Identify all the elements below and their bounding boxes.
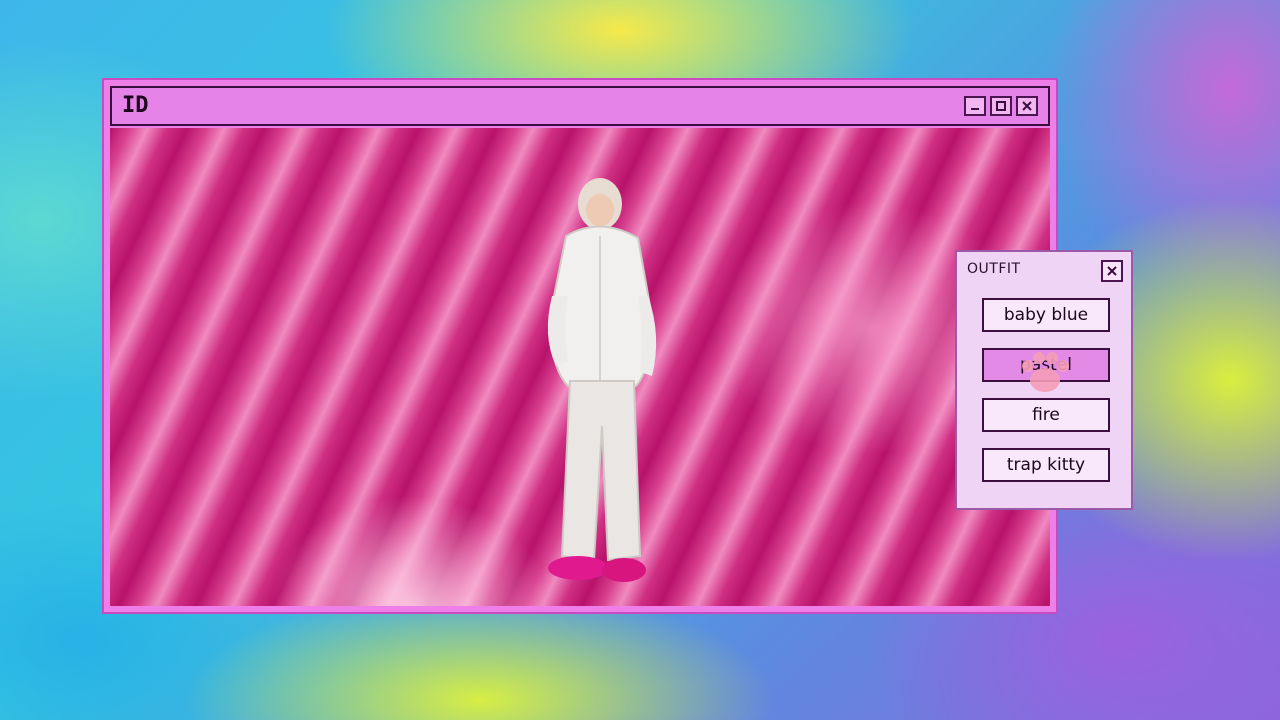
outfit-panel-title: OUTFIT [967, 261, 1021, 277]
paw-cursor-icon [1022, 352, 1069, 392]
close-icon[interactable] [1101, 260, 1123, 282]
window-controls [964, 96, 1038, 116]
close-icon[interactable] [1016, 96, 1038, 116]
main-window: ID [102, 78, 1058, 614]
outfit-option-trap-kitty[interactable]: trap kitty [982, 448, 1110, 482]
minimize-icon[interactable] [964, 96, 986, 116]
character-figure [547, 178, 657, 582]
outfit-option-fire[interactable]: fire [982, 398, 1110, 432]
character-preview [110, 128, 1050, 606]
maximize-icon[interactable] [990, 96, 1012, 116]
outfit-option-baby-blue[interactable]: baby blue [982, 298, 1110, 332]
window-title: ID [122, 93, 149, 118]
window-titlebar[interactable]: ID [110, 86, 1050, 126]
